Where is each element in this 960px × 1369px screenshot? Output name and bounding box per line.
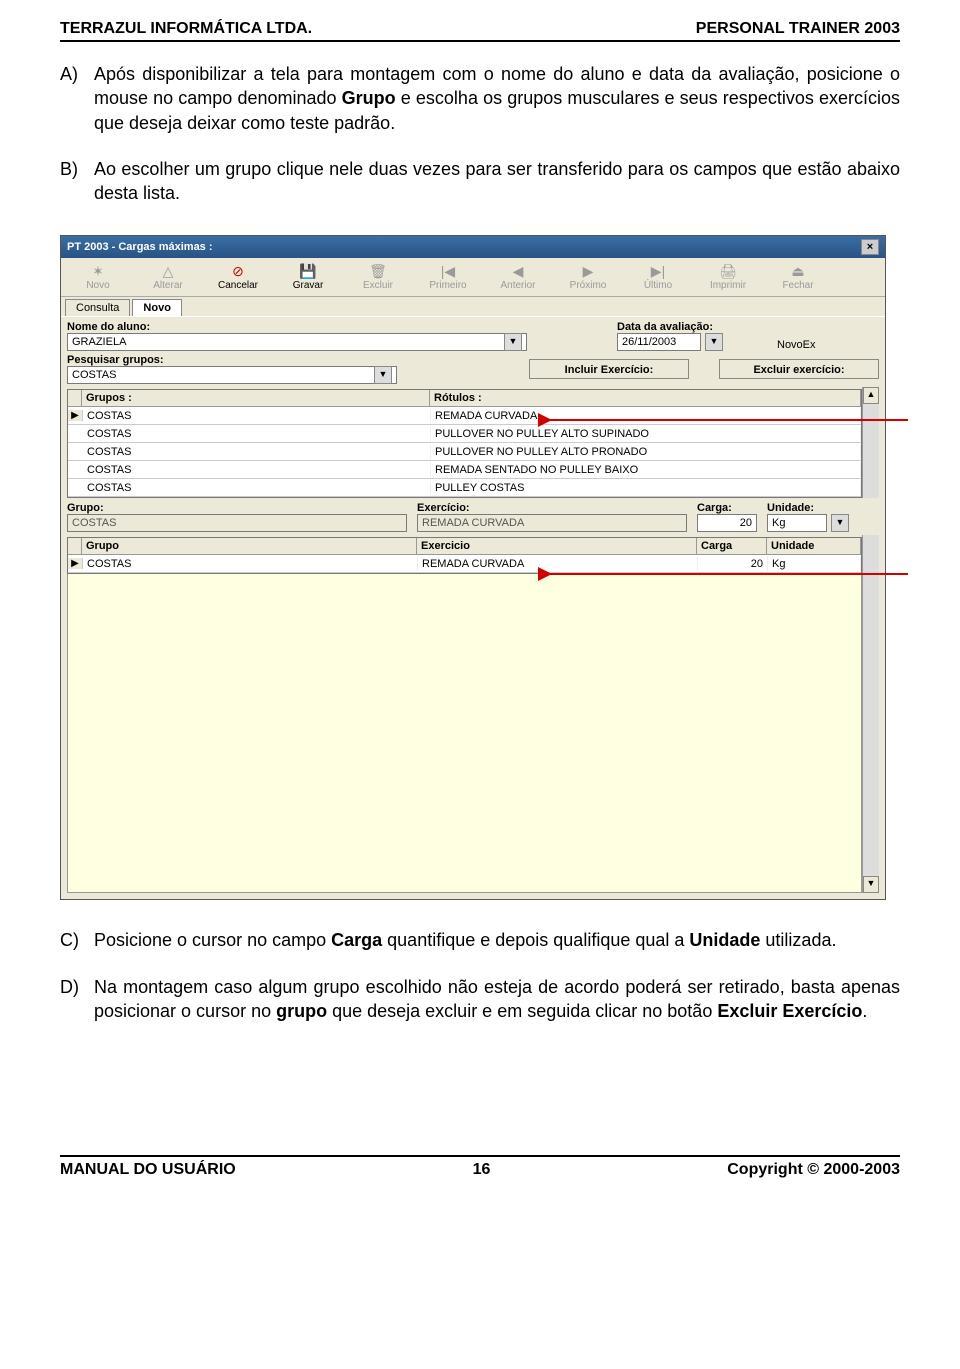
cell-grupo: COSTAS: [83, 481, 431, 495]
exit-icon: ⏏: [789, 263, 807, 279]
app-screenshot: PT 2003 - Cargas máximas : × ✶Novo △Alte…: [60, 235, 900, 900]
table-row[interactable]: COSTASPULLEY COSTAS: [68, 479, 861, 497]
field-data-avaliacao[interactable]: 26/11/2003: [617, 333, 701, 351]
toolbar-anterior[interactable]: ◀Anterior: [483, 260, 553, 294]
col-grupo: Grupo: [82, 538, 417, 554]
cancel-icon: ⊘: [229, 263, 247, 279]
label-novoex[interactable]: NovoEx: [777, 339, 816, 351]
header: TERRAZUL INFORMÁTICA LTDA. PERSONAL TRAI…: [60, 20, 900, 42]
col-exercicio: Exercicio: [417, 538, 697, 554]
new-icon: ✶: [89, 263, 107, 279]
cell-grupo: COSTAS: [83, 409, 431, 423]
label-pesquisar-grupos: Pesquisar grupos:: [67, 354, 407, 366]
titlebar: PT 2003 - Cargas máximas : ×: [61, 236, 885, 258]
field-unidade[interactable]: Kg: [767, 514, 827, 532]
scroll-down-icon[interactable]: ▼: [863, 876, 879, 893]
header-right: PERSONAL TRAINER 2003: [696, 20, 900, 38]
toolbar-gravar[interactable]: 💾Gravar: [273, 260, 343, 294]
next-icon: ▶: [579, 263, 597, 279]
item-b-text: Ao escolher um grupo clique nele duas ve…: [94, 157, 900, 206]
toolbar: ✶Novo △Alterar ⊘Cancelar 💾Gravar 🗑Exclui…: [61, 258, 885, 297]
cell-grupo: COSTAS: [83, 463, 431, 477]
body-text: A) Após disponibilizar a tela para monta…: [60, 62, 900, 227]
edit-icon: △: [159, 263, 177, 279]
dropdown-icon[interactable]: ▼: [831, 514, 849, 532]
toolbar-primeiro[interactable]: |◀Primeiro: [413, 260, 483, 294]
first-icon: |◀: [439, 263, 457, 279]
label-exercicio: Exercício:: [417, 502, 697, 514]
item-a-label: A): [60, 62, 94, 157]
label-carga: Carga:: [697, 502, 767, 514]
label-nome-aluno: Nome do aluno:: [67, 321, 537, 333]
grid-grupos-rotulos: Grupos : Rótulos : ▶COSTASREMADA CURVADA…: [67, 389, 862, 498]
scrollbar[interactable]: ▲: [862, 387, 879, 498]
item-d-label: D): [60, 975, 94, 1046]
cell-rotulo: PULLOVER NO PULLEY ALTO PRONADO: [431, 445, 861, 459]
toolbar-cancelar[interactable]: ⊘Cancelar: [203, 260, 273, 294]
item-d-text: Na montagem caso algum grupo escolhido n…: [94, 975, 900, 1024]
toolbar-excluir[interactable]: 🗑Excluir: [343, 260, 413, 294]
footer-left: MANUAL DO USUÁRIO: [60, 1161, 236, 1179]
scroll-up-icon[interactable]: ▲: [863, 387, 879, 404]
col-rotulos: Rótulos :: [430, 390, 861, 406]
footer-page: 16: [473, 1161, 491, 1179]
cell-rotulo: PULLEY COSTAS: [431, 481, 861, 495]
incluir-exercicio-button[interactable]: Incluir Exercício:: [529, 359, 689, 379]
cell-grupo: COSTAS: [83, 445, 431, 459]
arrow-annotation-2: [538, 565, 908, 583]
toolbar-proximo[interactable]: ▶Próximo: [553, 260, 623, 294]
footer-right: Copyright © 2000-2003: [727, 1161, 900, 1179]
table-row[interactable]: COSTASREMADA SENTADO NO PULLEY BAIXO: [68, 461, 861, 479]
scrollbar[interactable]: ▼: [862, 535, 879, 893]
body-text-2: C) Posicione o cursor no campo Carga qua…: [60, 928, 900, 1045]
col-carga: Carga: [697, 538, 767, 554]
dropdown-icon[interactable]: ▼: [504, 333, 522, 351]
toolbar-fechar[interactable]: ⏏Fechar: [763, 260, 833, 294]
print-icon: 🖨: [719, 263, 737, 279]
toolbar-alterar[interactable]: △Alterar: [133, 260, 203, 294]
date-dropdown-icon[interactable]: ▼: [705, 333, 723, 351]
form-area: Nome do aluno: GRAZIELA ▼ Data da avalia…: [61, 316, 885, 899]
last-icon: ▶|: [649, 263, 667, 279]
item-b-label: B): [60, 157, 94, 228]
tab-novo[interactable]: Novo: [132, 299, 182, 316]
cell-grupo: COSTAS: [83, 557, 418, 571]
label-data-avaliacao: Data da avaliação:: [617, 321, 767, 333]
field-carga[interactable]: 20: [697, 514, 757, 532]
arrow-annotation-1: [538, 411, 908, 429]
label-grupo: Grupo:: [67, 502, 417, 514]
delete-icon: 🗑: [369, 263, 387, 279]
toolbar-novo[interactable]: ✶Novo: [63, 260, 133, 294]
dropdown-icon[interactable]: ▼: [374, 366, 392, 384]
item-c-label: C): [60, 928, 94, 974]
footer: MANUAL DO USUÁRIO 16 Copyright © 2000-20…: [60, 1155, 900, 1179]
close-icon[interactable]: ×: [861, 239, 879, 255]
empty-area: [67, 574, 862, 893]
header-left: TERRAZUL INFORMÁTICA LTDA.: [60, 20, 312, 38]
col-grupos: Grupos :: [82, 390, 430, 406]
label-unidade: Unidade:: [767, 502, 857, 514]
item-c-text: Posicione o cursor no campo Carga quanti…: [94, 928, 900, 952]
item-a-text: Após disponibilizar a tela para montagem…: [94, 62, 900, 135]
field-pesquisar-grupos[interactable]: COSTAS ▼: [67, 366, 397, 384]
row-marker: ▶: [68, 410, 83, 421]
tab-consulta[interactable]: Consulta: [65, 299, 130, 316]
window-title: PT 2003 - Cargas máximas :: [67, 241, 213, 253]
cell-grupo: COSTAS: [83, 427, 431, 441]
col-unidade: Unidade: [767, 538, 861, 554]
toolbar-imprimir[interactable]: 🖨Imprimir: [693, 260, 763, 294]
save-icon: 💾: [299, 263, 317, 279]
cell-rotulo: REMADA SENTADO NO PULLEY BAIXO: [431, 463, 861, 477]
table-row[interactable]: COSTASPULLOVER NO PULLEY ALTO PRONADO: [68, 443, 861, 461]
field-grupo: COSTAS: [67, 514, 407, 532]
excluir-exercicio-button[interactable]: Excluir exercício:: [719, 359, 879, 379]
field-nome-aluno[interactable]: GRAZIELA ▼: [67, 333, 527, 351]
prev-icon: ◀: [509, 263, 527, 279]
toolbar-ultimo[interactable]: ▶|Último: [623, 260, 693, 294]
row-marker: ▶: [68, 558, 83, 569]
field-exercicio: REMADA CURVADA: [417, 514, 687, 532]
tabs: Consulta Novo: [61, 299, 885, 316]
